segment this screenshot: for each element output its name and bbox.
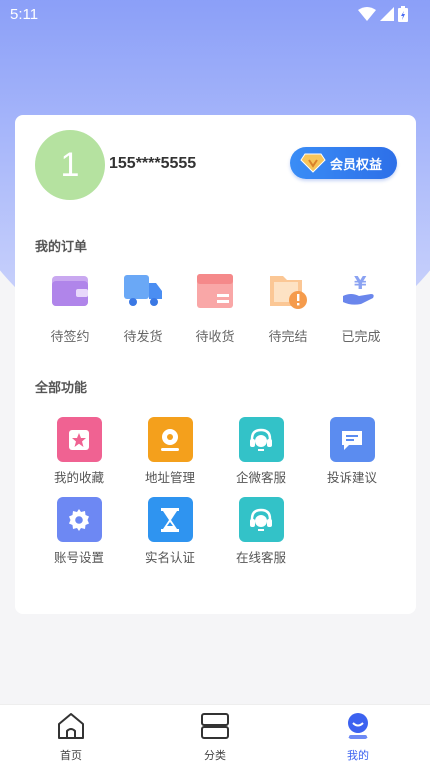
phone-number: 155****5555 — [109, 155, 197, 172]
real-name-verification-button[interactable]: 实名认证 — [130, 497, 210, 566]
order-label: 待完结 — [268, 330, 308, 345]
order-label: 待收货 — [195, 330, 235, 345]
enterprise-wechat-service-button[interactable]: 企微客服 — [221, 417, 301, 486]
tab-home[interactable]: 首页 — [41, 711, 101, 763]
avatar[interactable]: 1 — [35, 130, 105, 200]
status-time: 5:11 — [10, 6, 39, 23]
address-management-button[interactable]: 地址管理 — [130, 417, 210, 486]
location-icon — [161, 428, 179, 451]
function-label: 我的收藏 — [53, 470, 104, 485]
function-label: 企微客服 — [235, 470, 286, 485]
tab-label: 首页 — [60, 749, 82, 762]
order-pending-ship[interactable]: 待发货 — [108, 270, 178, 345]
tab-label: 我的 — [347, 749, 369, 762]
order-label: 已完成 — [341, 330, 381, 345]
star-icon — [69, 429, 89, 450]
category-icon — [201, 713, 229, 739]
package-icon — [197, 274, 233, 308]
functions-title: 全部功能 — [35, 381, 88, 396]
tab-category[interactable]: 分类 — [185, 711, 245, 763]
vip-benefits-button[interactable]: 会员权益 — [290, 147, 397, 179]
feedback-button[interactable]: 投诉建议 — [312, 417, 392, 486]
order-pending-finish[interactable]: 待完结 — [253, 270, 323, 345]
function-label: 地址管理 — [144, 470, 195, 485]
tab-label: 分类 — [204, 749, 226, 762]
hourglass-icon — [161, 507, 179, 532]
function-label: 账号设置 — [53, 550, 104, 565]
wallet-icon — [52, 276, 88, 306]
folder-alert-icon — [270, 276, 307, 309]
profile-icon — [348, 713, 368, 739]
order-label: 待发货 — [123, 330, 163, 345]
function-label: 实名认证 — [144, 550, 195, 565]
online-service-button[interactable]: 在线客服 — [221, 497, 301, 566]
chat-icon — [342, 430, 362, 450]
verification-tile — [147, 497, 193, 542]
order-pending-sign[interactable]: 待签约 — [35, 270, 105, 345]
order-completed[interactable]: ¥ 已完成 — [326, 270, 396, 345]
account-settings-button[interactable]: 账号设置 — [39, 497, 119, 566]
feedback-tile — [329, 417, 375, 462]
tab-mine[interactable]: 我的 — [328, 711, 388, 763]
online-service-tile — [238, 497, 284, 542]
order-pending-receive[interactable]: 待收货 — [180, 270, 250, 345]
favorites-tile — [56, 417, 102, 462]
truck-icon — [124, 275, 162, 306]
profile-card: 1 155****5555 会员权益 我的订单 待签约 待发货 待收货 待完结 … — [15, 115, 416, 614]
gear-icon — [69, 508, 89, 531]
signal-icon — [380, 7, 394, 21]
home-icon — [58, 713, 84, 739]
settings-tile — [56, 497, 102, 542]
status-bar: 5:11 — [0, 0, 430, 30]
address-tile — [147, 417, 193, 462]
order-label: 待签约 — [50, 330, 90, 345]
battery-icon — [398, 6, 408, 22]
bottom-tab-bar: 首页 分类 我的 — [0, 704, 430, 764]
orders-title: 我的订单 — [35, 240, 88, 255]
order-status-row: 待签约 待发货 待收货 待完结 ¥ 已完成 — [15, 270, 416, 350]
yen-hand-icon: ¥ — [343, 273, 374, 305]
svg-text:¥: ¥ — [354, 273, 367, 294]
function-label: 在线客服 — [235, 550, 286, 565]
vip-benefits-label: 会员权益 — [330, 157, 383, 173]
wifi-icon — [358, 7, 376, 21]
favorites-button[interactable]: 我的收藏 — [39, 417, 119, 486]
headset-icon — [250, 508, 272, 531]
wecom-service-tile — [238, 417, 284, 462]
function-label: 投诉建议 — [326, 470, 377, 485]
diamond-icon — [300, 153, 326, 173]
headset-icon — [250, 428, 272, 451]
